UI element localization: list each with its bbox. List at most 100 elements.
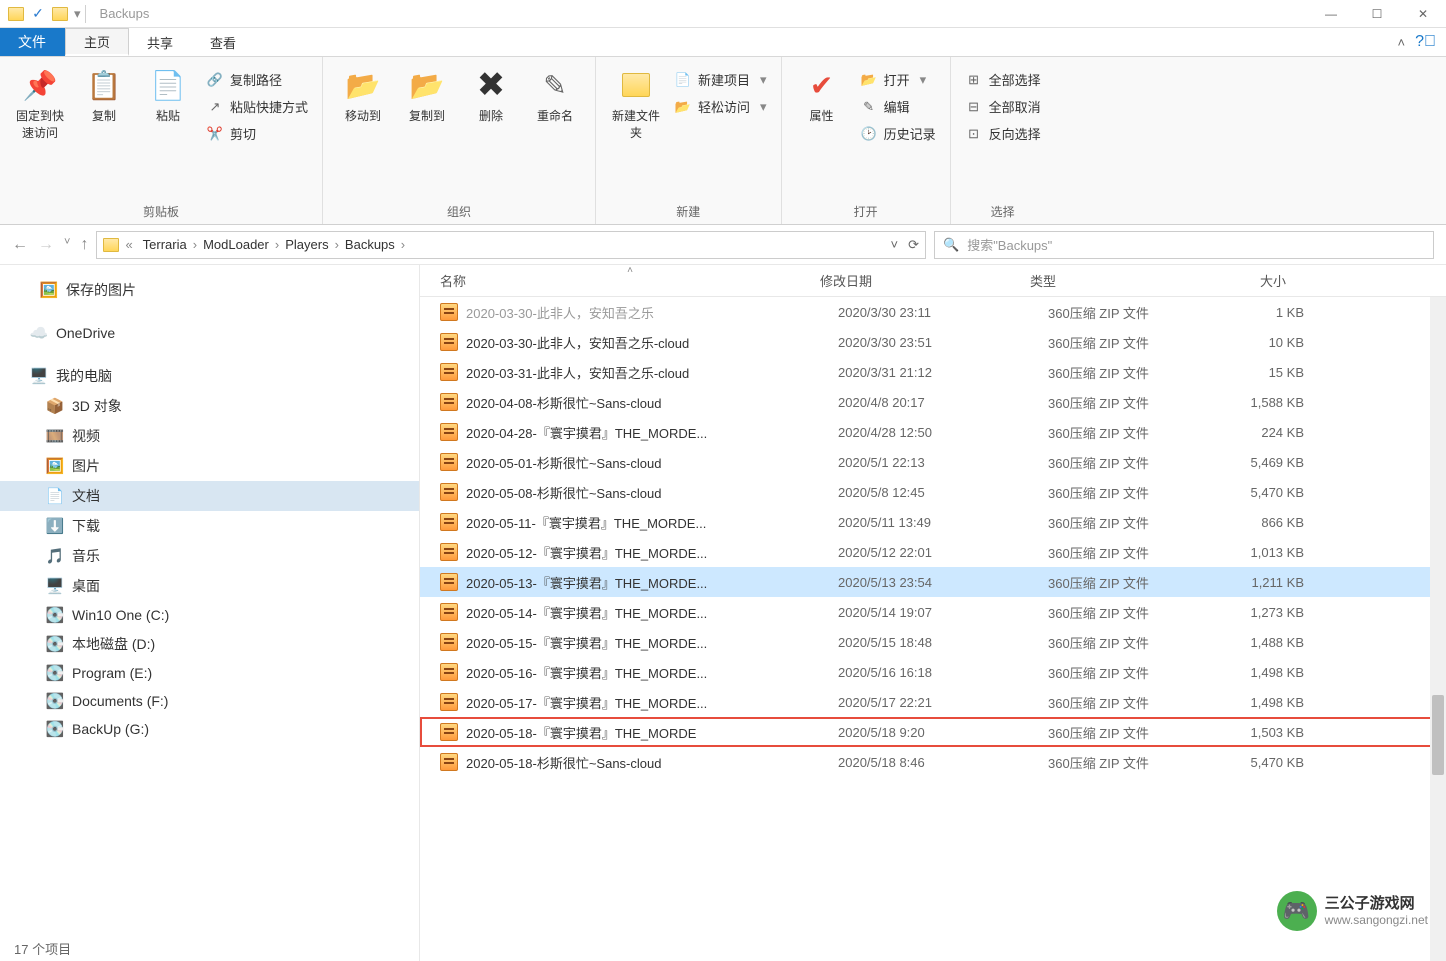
copy-to-button[interactable]: 📂复制到 (397, 63, 457, 201)
up-button[interactable]: ↑ (80, 236, 88, 254)
file-row[interactable]: 2020-03-30-此非人，安知吾之乐-cloud2020/3/30 23:5… (420, 327, 1446, 357)
help-icon[interactable]: ?⃝ (1415, 33, 1436, 51)
file-row[interactable]: 2020-05-15-『寰宇摸君』THE_MORDE...2020/5/15 1… (420, 627, 1446, 657)
tab-share[interactable]: 共享 (129, 28, 192, 56)
rename-button[interactable]: ✎重命名 (525, 63, 585, 201)
file-type: 360压缩 ZIP 文件 (1048, 693, 1224, 712)
tree-node[interactable]: 🎞️视频 (0, 421, 419, 451)
file-row[interactable]: 2020-05-01-杉斯很忙~Sans-cloud2020/5/1 22:13… (420, 447, 1446, 477)
recent-dropdown-icon[interactable]: ˅ (64, 236, 70, 254)
file-row[interactable]: 2020-05-11-『寰宇摸君』THE_MORDE...2020/5/11 1… (420, 507, 1446, 537)
tree-node[interactable]: 💽Program (E:) (0, 659, 419, 687)
tree-node[interactable]: 💽Documents (F:) (0, 687, 419, 715)
breadcrumb-part[interactable]: Terraria (139, 237, 191, 252)
select-all-button[interactable]: ⊞全部选择 (961, 67, 1045, 92)
delete-button[interactable]: ✖删除 (461, 63, 521, 201)
address-dropdown-icon[interactable]: ˅ (891, 237, 899, 253)
new-folder-button[interactable]: 新建文件夹 (606, 63, 666, 201)
file-row[interactable]: 2020-05-16-『寰宇摸君』THE_MORDE...2020/5/16 1… (420, 657, 1446, 687)
tab-home[interactable]: 主页 (65, 28, 129, 56)
file-row[interactable]: 2020-05-17-『寰宇摸君』THE_MORDE...2020/5/17 2… (420, 687, 1446, 717)
tree-node[interactable]: 📦3D 对象 (0, 391, 419, 421)
chevron-right-icon[interactable]: › (399, 237, 407, 252)
col-name[interactable]: 名称 (440, 274, 466, 289)
zip-file-icon (440, 483, 458, 501)
paste-shortcut-button[interactable]: ↗粘贴快捷方式 (202, 94, 312, 119)
chevron-right-icon[interactable]: › (273, 237, 281, 252)
nav-tree[interactable]: 🖼️保存的图片 ☁️OneDrive 🖥️我的电脑📦3D 对象🎞️视频🖼️图片📄文档… (0, 265, 420, 961)
navbar: ← → ˅ ↑ « Terraria›ModLoader›Players›Bac… (0, 225, 1446, 265)
tree-node[interactable]: 🎵音乐 (0, 541, 419, 571)
minimize-button[interactable]: — (1308, 0, 1354, 28)
file-row[interactable]: 2020-05-18-杉斯很忙~Sans-cloud2020/5/18 8:46… (420, 747, 1446, 777)
chevron-right-icon[interactable]: › (191, 237, 199, 252)
file-date: 2020/5/12 22:01 (838, 545, 1048, 560)
address-bar[interactable]: « Terraria›ModLoader›Players›Backups› ˅ … (96, 231, 926, 259)
select-none-button[interactable]: ⊟全部取消 (961, 94, 1045, 119)
forward-button[interactable]: → (38, 236, 54, 254)
properties-button[interactable]: ✔属性 (792, 63, 852, 201)
back-button[interactable]: ← (12, 236, 28, 254)
file-row[interactable]: 2020-05-13-『寰宇摸君』THE_MORDE...2020/5/13 2… (420, 567, 1446, 597)
refresh-button[interactable]: ⟳ (908, 237, 919, 253)
open-button[interactable]: 📂打开▾ (856, 67, 940, 92)
file-row[interactable]: 2020-05-14-『寰宇摸君』THE_MORDE...2020/5/14 1… (420, 597, 1446, 627)
breadcrumb-part[interactable]: Backups (341, 237, 399, 252)
copy-path-button[interactable]: 🔗复制路径 (202, 67, 312, 92)
chevron-right-icon[interactable]: › (333, 237, 341, 252)
edit-button[interactable]: ✎编辑 (856, 94, 940, 119)
col-size[interactable]: 大小 (1206, 271, 1306, 290)
close-button[interactable]: ✕ (1400, 0, 1446, 28)
qat-dropdown-icon[interactable]: ▾ (74, 6, 81, 22)
qat-folder-icon[interactable] (52, 7, 68, 21)
file-row[interactable]: 2020-03-30-此非人，安知吾之乐2020/3/30 23:11360压缩… (420, 297, 1446, 327)
file-row[interactable]: 2020-04-08-杉斯很忙~Sans-cloud2020/4/8 20:17… (420, 387, 1446, 417)
new-item-button[interactable]: 📄新建项目▾ (670, 67, 771, 92)
file-row[interactable]: 2020-05-08-杉斯很忙~Sans-cloud2020/5/8 12:45… (420, 477, 1446, 507)
tree-node-icon: ☁️ (30, 324, 48, 342)
ribbon-collapse-icon[interactable]: ˄ (1398, 35, 1406, 50)
file-date: 2020/4/28 12:50 (838, 425, 1048, 440)
file-row[interactable]: 2020-03-31-此非人，安知吾之乐-cloud2020/3/31 21:1… (420, 357, 1446, 387)
file-row[interactable]: 2020-04-28-『寰宇摸君』THE_MORDE...2020/4/28 1… (420, 417, 1446, 447)
file-row[interactable]: 2020-05-12-『寰宇摸君』THE_MORDE...2020/5/12 2… (420, 537, 1446, 567)
cut-button[interactable]: ✂️剪切 (202, 121, 312, 146)
tab-file[interactable]: 文件 (0, 28, 65, 56)
file-type: 360压缩 ZIP 文件 (1048, 393, 1224, 412)
tree-node[interactable]: 🖥️我的电脑 (0, 361, 419, 391)
copy-button[interactable]: 📋复制 (74, 63, 134, 201)
breadcrumb-part[interactable]: Players (281, 237, 332, 252)
column-headers[interactable]: 名称˄ 修改日期 类型 大小 (420, 265, 1446, 297)
search-box[interactable]: 🔍 搜索"Backups" (934, 231, 1434, 259)
tree-node[interactable]: 💽本地磁盘 (D:) (0, 629, 419, 659)
qat-check-icon[interactable]: ✓ (30, 6, 46, 22)
tree-node[interactable]: ⬇️下载 (0, 511, 419, 541)
watermark-name: 三公子游戏网 (1325, 895, 1428, 913)
file-size: 10 KB (1224, 335, 1324, 350)
invert-selection-button[interactable]: ⊡反向选择 (961, 121, 1045, 146)
pin-button[interactable]: 📌固定到快速访问 (10, 63, 70, 201)
col-date[interactable]: 修改日期 (820, 271, 1030, 290)
tree-node[interactable]: 📄文档 (0, 481, 419, 511)
file-type: 360压缩 ZIP 文件 (1048, 633, 1224, 652)
maximize-button[interactable]: ☐ (1354, 0, 1400, 28)
tab-view[interactable]: 查看 (192, 28, 255, 56)
scrollbar-thumb[interactable] (1432, 695, 1444, 775)
move-to-button[interactable]: 📂移动到 (333, 63, 393, 201)
history-button[interactable]: 🕑历史记录 (856, 121, 940, 146)
tree-node[interactable]: 🖼️保存的图片 (0, 275, 419, 305)
file-row[interactable]: 2020-05-18-『寰宇摸君』THE_MORDE2020/5/18 9:20… (420, 717, 1446, 747)
zip-file-icon (440, 723, 458, 741)
tree-node[interactable]: 💽BackUp (G:) (0, 715, 419, 743)
tree-node[interactable]: ☁️OneDrive (0, 319, 419, 347)
tree-node[interactable]: 🖥️桌面 (0, 571, 419, 601)
paste-button[interactable]: 📄粘贴 (138, 63, 198, 201)
ribbon-group-new: 新建文件夹 📄新建项目▾ 📂轻松访问▾ 新建 (596, 57, 782, 224)
tree-node[interactable]: 💽Win10 One (C:) (0, 601, 419, 629)
vertical-scrollbar[interactable] (1430, 297, 1446, 961)
easy-access-button[interactable]: 📂轻松访问▾ (670, 94, 771, 119)
breadcrumb-part[interactable]: ModLoader (199, 237, 273, 252)
tree-node[interactable]: 🖼️图片 (0, 451, 419, 481)
col-type[interactable]: 类型 (1030, 271, 1206, 290)
file-name: 2020-03-31-此非人，安知吾之乐-cloud (466, 363, 838, 382)
